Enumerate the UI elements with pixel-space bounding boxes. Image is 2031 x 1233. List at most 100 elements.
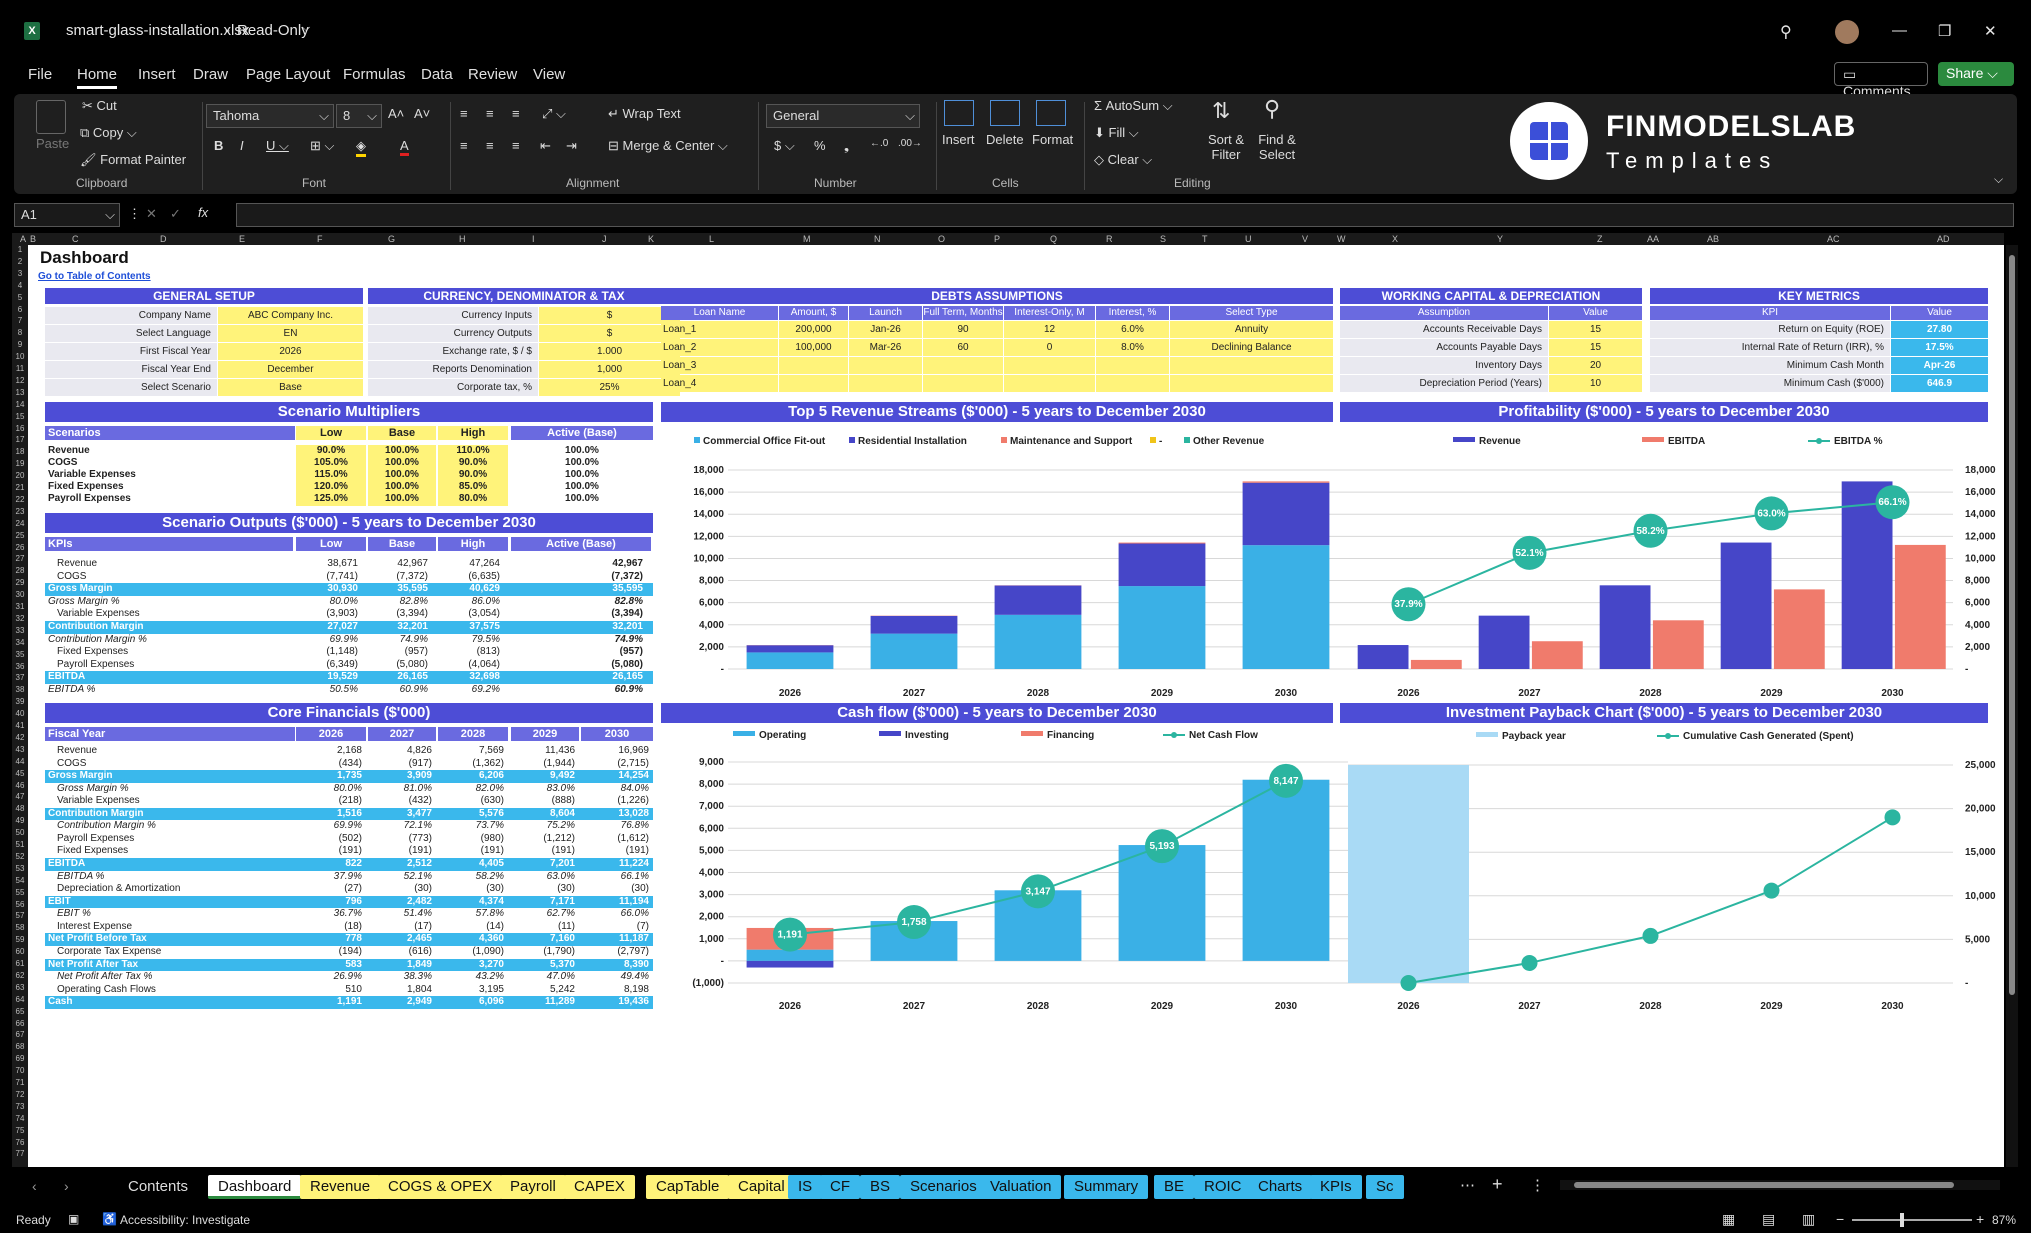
row-number[interactable]: 58 [12,923,28,932]
increase-indent-icon[interactable]: ⇥ [566,138,577,154]
tab-revenue[interactable]: Revenue [300,1175,381,1199]
tab-cogs-opex[interactable]: COGS & OPEX [378,1175,503,1199]
chevron-down-icon[interactable]: ⌵ [302,22,310,35]
tab-prev-icon[interactable]: ‹ [32,1178,37,1194]
row-number[interactable]: 13 [12,388,28,397]
row-number[interactable]: 69 [12,1054,28,1063]
row-number[interactable]: 9 [12,340,28,349]
autosum-button[interactable]: Σ AutoSum ⌵ [1094,98,1173,114]
row-number[interactable]: 25 [12,531,28,540]
row-number[interactable]: 50 [12,828,28,837]
align-top-icon[interactable]: ≡ [460,106,468,121]
page-layout-icon[interactable]: ▤ [1762,1211,1775,1228]
merge-center-button[interactable]: ⊟ Merge & Center ⌵ [608,138,728,154]
column-letter[interactable]: S [1160,234,1166,244]
delete-button[interactable]: Delete [986,132,1024,147]
row-number[interactable]: 26 [12,543,28,552]
tab-contents[interactable]: Contents [118,1175,198,1199]
column-letter[interactable]: G [388,234,395,244]
column-letter[interactable]: AA [1647,234,1659,244]
font-name-select[interactable]: Tahoma ⌵ [206,104,334,128]
tab-options-icon[interactable]: ⋮ [1530,1176,1545,1194]
column-letter[interactable]: T [1202,234,1208,244]
row-number[interactable]: 45 [12,769,28,778]
column-letter[interactable]: A [20,234,26,244]
normal-view-icon[interactable]: ▦ [1722,1211,1735,1228]
orientation-icon[interactable]: ⤢ ⌵ [542,106,566,122]
menu-data[interactable]: Data [421,66,453,83]
row-number[interactable]: 28 [12,566,28,575]
row-number[interactable]: 33 [12,626,28,635]
tab-next-icon[interactable]: › [64,1178,69,1194]
row-number[interactable]: 59 [12,935,28,944]
column-letter[interactable]: B [30,234,36,244]
row-number[interactable]: 24 [12,519,28,528]
column-letter[interactable]: D [160,234,167,244]
column-letter[interactable]: O [938,234,945,244]
row-number[interactable]: 21 [12,483,28,492]
zoom-slider[interactable] [1852,1219,1972,1221]
ribbon-collapse-icon[interactable]: ⌵ [1994,172,2003,187]
row-number[interactable]: 12 [12,376,28,385]
avatar[interactable] [1835,20,1859,44]
underline-button[interactable]: U ⌵ [266,138,289,154]
column-letter[interactable]: R [1106,234,1113,244]
tab-be[interactable]: BE [1154,1175,1195,1199]
sort-filter-button[interactable]: Sort & Filter [1204,132,1248,162]
row-number[interactable]: 42 [12,733,28,742]
column-letter[interactable]: W [1337,234,1346,244]
row-number[interactable]: 63 [12,983,28,992]
increase-decimal-icon[interactable]: ←.0 [870,138,888,149]
row-number[interactable]: 14 [12,400,28,409]
tab-scenarios[interactable]: Scenarios [900,1175,987,1199]
column-letter[interactable]: I [532,234,535,244]
more-icon[interactable]: ⋮ [128,206,141,222]
column-letter[interactable]: Y [1497,234,1503,244]
wrap-text-button[interactable]: ↵ Wrap Text [608,106,681,122]
page-break-icon[interactable]: ▥ [1802,1211,1815,1228]
row-number[interactable]: 55 [12,888,28,897]
menu-home[interactable]: Home [77,66,118,89]
row-number[interactable]: 36 [12,662,28,671]
cancel-icon[interactable]: ✕ [146,206,157,222]
add-sheet-icon[interactable]: + [1492,1174,1503,1195]
row-number[interactable]: 37 [12,673,28,682]
tab-is[interactable]: IS [788,1175,823,1199]
row-number[interactable]: 1 [12,245,28,254]
row-number[interactable]: 34 [12,638,28,647]
copy-button[interactable]: ⧉ Copy ⌵ [80,125,137,141]
row-number[interactable]: 40 [12,709,28,718]
comma-icon[interactable]: ❟ [844,138,849,154]
percent-icon[interactable]: % [814,138,826,153]
row-number[interactable]: 76 [12,1138,28,1147]
row-headers[interactable]: 1 2 3 4 5 6 7 8 9 10 11 12 13 14 15 16 17 18 19 20 21 22 23 24 2… [12,245,28,1167]
row-number[interactable]: 73 [12,1102,28,1111]
font-color-icon[interactable]: A [400,138,409,156]
tab-dashboard[interactable]: Dashboard [208,1175,302,1199]
column-letter[interactable]: AB [1707,234,1719,244]
row-number[interactable]: 72 [12,1090,28,1099]
tab-valuation[interactable]: Valuation [980,1175,1062,1199]
number-format-select[interactable]: General ⌵ [766,104,920,128]
row-number[interactable]: 75 [12,1126,28,1135]
column-letter[interactable]: AD [1937,234,1950,244]
menu-page-layout[interactable]: Page Layout [246,66,330,83]
row-number[interactable]: 35 [12,650,28,659]
insert-button[interactable]: Insert [942,132,975,147]
tab-capex[interactable]: CAPEX [564,1175,635,1199]
zoom-out-icon[interactable]: − [1836,1211,1844,1227]
comments-button[interactable]: ▭ Comments [1834,62,1928,99]
row-number[interactable]: 62 [12,971,28,980]
column-letter[interactable]: N [874,234,881,244]
row-number[interactable]: 18 [12,447,28,456]
row-number[interactable]: 64 [12,995,28,1004]
clipboard-icon[interactable] [36,100,66,134]
horizontal-scrollbar[interactable] [1560,1180,2000,1190]
row-number[interactable]: 20 [12,471,28,480]
minimize-icon[interactable]: — [1892,22,1907,39]
vertical-scrollbar[interactable] [2006,245,2018,1167]
bold-button[interactable]: B [214,138,223,153]
cut-button[interactable]: ✂ Cut [82,98,117,114]
menu-formulas[interactable]: Formulas [343,66,406,83]
row-number[interactable]: 52 [12,852,28,861]
